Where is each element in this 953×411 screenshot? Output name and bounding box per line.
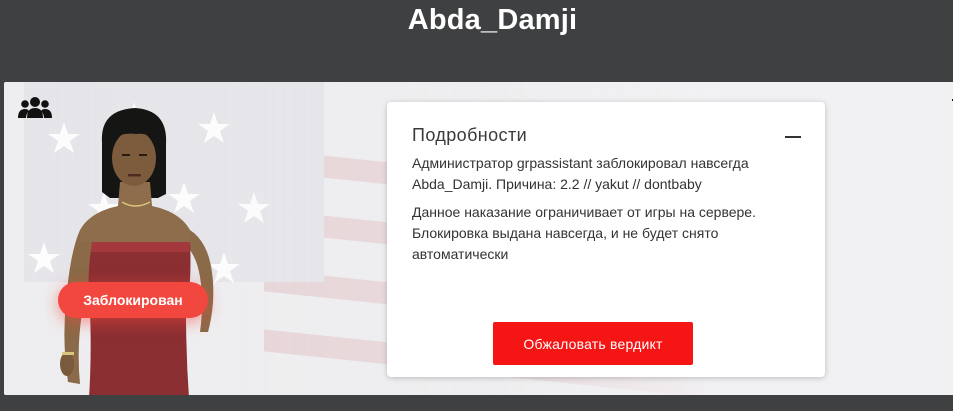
profile-card: Заблокирован Подробности Администратор g… — [4, 82, 953, 395]
appeal-verdict-button[interactable]: Обжаловать вердикт — [493, 322, 693, 365]
details-panel: Подробности Администратор grpassistant з… — [387, 102, 825, 377]
details-title: Подробности — [412, 125, 528, 145]
player-name-title: Abda_Damji — [407, 4, 578, 36]
collapse-icon[interactable] — [785, 136, 801, 138]
details-text: Администратор grpassistant заблокировал … — [412, 153, 802, 272]
ban-description-text: Данное наказание ограничивает от игры на… — [412, 204, 756, 262]
character-avatar — [60, 108, 214, 395]
status-badge: Заблокирован — [58, 282, 208, 318]
ban-reason-text: Администратор grpassistant заблокировал … — [412, 155, 749, 192]
